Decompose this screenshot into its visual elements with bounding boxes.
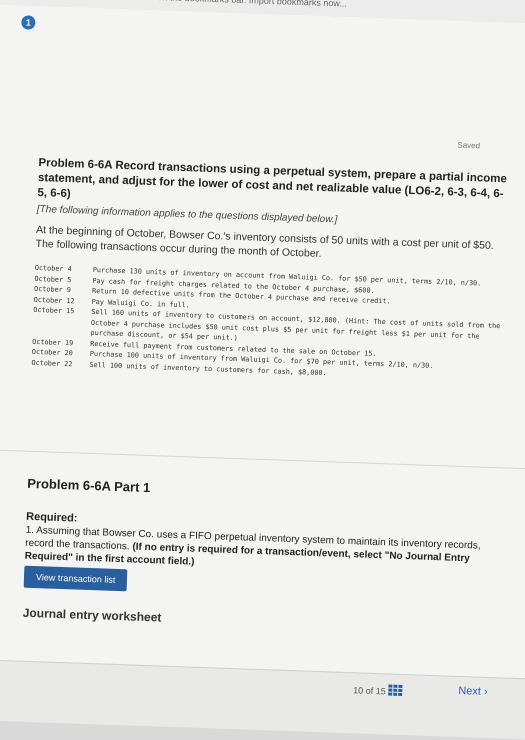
screenshot-photo: ...marks here on the bookmarks bar. Impo… [0, 0, 525, 740]
page-indicator: 10 of 15 [353, 685, 386, 697]
transaction-date: October 22 [31, 358, 73, 368]
transaction-date: October 15 [33, 305, 75, 316]
bookmarks-hint[interactable]: ...marks here on the bookmarks bar. Impo… [102, 0, 347, 9]
part-title: Problem 6-6A Part 1 [27, 475, 151, 496]
next-label: Next [458, 684, 482, 698]
saved-status: Saved [457, 140, 481, 151]
transaction-list: October 4 Purchase 130 units of inventor… [31, 263, 504, 384]
chevron-right-icon: › [483, 685, 488, 698]
journal-worksheet-title: Journal entry worksheet [22, 605, 162, 625]
step-badge: 1 [21, 15, 36, 30]
next-button[interactable]: Next › [458, 685, 488, 698]
grid-icon[interactable] [388, 684, 403, 697]
view-transaction-list-button[interactable]: View transaction list [23, 565, 128, 592]
problem-intro: At the beginning of October, Bowser Co.'… [35, 223, 494, 260]
navigation-bar: 10 of 15 Next › [0, 658, 525, 740]
problem-content: Problem 6-6A Record transactions using a… [31, 156, 508, 384]
assignment-page: 1 Saved Problem 6-6A Record transactions… [0, 3, 525, 740]
section-divider [0, 448, 525, 471]
